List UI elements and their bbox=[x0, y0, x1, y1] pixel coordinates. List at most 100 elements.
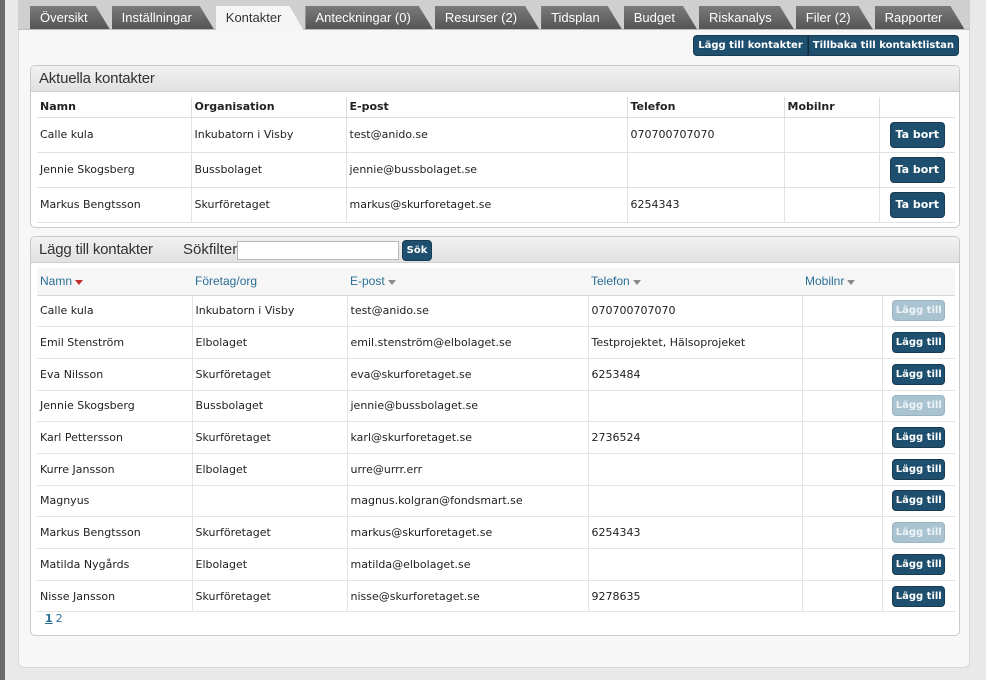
sort-header-label: Namn bbox=[40, 274, 73, 289]
table-row: Jennie Skogsberg Bussbolaget jennie@bussbo… bbox=[37, 390, 955, 423]
current-contacts-title: Aktuella kontakter bbox=[31, 66, 959, 92]
cell-email: eva@skurforetaget.se bbox=[347, 358, 589, 391]
tab-0[interactable]: Översikt bbox=[30, 6, 110, 29]
window-left-edge bbox=[0, 0, 5, 680]
search-filter-input[interactable] bbox=[237, 241, 399, 260]
current-contacts-table: Namn Organisation E-post Telefon Mobilnr… bbox=[37, 97, 955, 223]
column-header-organisation: Organisation bbox=[191, 97, 347, 118]
cell-phone: 6254343 bbox=[627, 187, 785, 223]
add-contact-button[interactable]: Lägg till bbox=[892, 490, 946, 512]
top-toolbar: Lägg till kontakter Tillbaka till kontak… bbox=[693, 35, 959, 56]
remove-contact-button[interactable]: Ta bort bbox=[889, 121, 945, 148]
cell-email: markus@skurforetaget.se bbox=[346, 187, 628, 223]
column-header-mobile: Mobilnr bbox=[784, 97, 880, 118]
sort-header-email[interactable]: E-post bbox=[347, 268, 588, 296]
search-button[interactable]: Sök bbox=[402, 240, 432, 261]
tab-7[interactable]: Riskanalys bbox=[699, 6, 794, 29]
remove-contact-button[interactable]: Ta bort bbox=[889, 191, 945, 218]
cell-phone: 9278635 bbox=[588, 580, 803, 613]
page-link-2[interactable]: 2 bbox=[56, 612, 63, 625]
cell-email: emil.stenström@elbolaget.se bbox=[347, 326, 589, 359]
cell-actions: Lägg till bbox=[882, 580, 955, 613]
cell-actions: Lägg till bbox=[882, 421, 955, 454]
tab-4[interactable]: Resurser (2) bbox=[435, 6, 539, 29]
sort-header-label: Företag/org bbox=[195, 274, 258, 289]
cell-email: jennie@bussbolaget.se bbox=[347, 390, 589, 423]
add-contacts-button[interactable]: Lägg till kontakter bbox=[693, 35, 808, 56]
tab-list: Översikt Inställningar Kontakter Anteckning… bbox=[30, 6, 966, 30]
cell-name: Emil Stenström bbox=[37, 326, 193, 359]
cell-name: Markus Bengtsson bbox=[37, 516, 193, 549]
cell-mobile bbox=[784, 117, 880, 153]
add-contact-button[interactable]: Lägg till bbox=[892, 363, 946, 385]
tab-5[interactable]: Tidsplan bbox=[541, 6, 622, 29]
cell-phone: 070700707070 bbox=[627, 117, 785, 153]
cell-phone bbox=[627, 152, 785, 188]
add-contacts-table: Namn Företag/org E-post Telefon Mobilnr … bbox=[37, 268, 955, 613]
cell-actions: Lägg till bbox=[882, 453, 955, 486]
remove-contact-button[interactable]: Ta bort bbox=[889, 156, 945, 183]
cell-phone: 2736524 bbox=[588, 421, 803, 454]
cell-actions: Ta bort bbox=[879, 152, 955, 188]
cell-name: Calle kula bbox=[37, 295, 193, 328]
cell-mobile bbox=[802, 295, 883, 328]
cell-email: markus@skurforetaget.se bbox=[347, 516, 589, 549]
add-contacts-panel: Lägg till kontakter Sökfilter: Sök Namn … bbox=[30, 236, 960, 636]
add-contact-button[interactable]: Lägg till bbox=[892, 553, 946, 575]
tab-6[interactable]: Budget bbox=[624, 6, 697, 29]
sort-header-company[interactable]: Företag/org bbox=[192, 268, 347, 296]
table-row: Markus Bengtsson Skurföretaget markus@skur… bbox=[37, 516, 955, 549]
cell-email: test@anido.se bbox=[346, 117, 628, 153]
cell-org: Skurföretaget bbox=[192, 421, 348, 454]
current-contacts-panel: Aktuella kontakter Namn Organisation E-p… bbox=[30, 65, 960, 228]
cell-org: Inkubatorn i Visby bbox=[192, 295, 348, 328]
tab-9[interactable]: Rapporter bbox=[875, 6, 965, 29]
table-row: Kurre Jansson Elbolaget urre@urrr.err Lägg … bbox=[37, 453, 955, 486]
cell-name: Eva Nilsson bbox=[37, 358, 193, 391]
add-contact-button: Lägg till bbox=[892, 300, 946, 322]
tab-8[interactable]: Filer (2) bbox=[796, 6, 873, 29]
cell-email: urre@urrr.err bbox=[347, 453, 589, 486]
cell-name: Calle kula bbox=[37, 117, 192, 153]
cell-name: Jennie Skogsberg bbox=[37, 152, 192, 188]
pagination: 12 bbox=[45, 612, 63, 625]
tab-1[interactable]: Inställningar bbox=[112, 6, 214, 29]
cell-email: karl@skurforetaget.se bbox=[347, 421, 589, 454]
cell-mobile bbox=[802, 358, 883, 391]
add-contact-button[interactable]: Lägg till bbox=[892, 332, 946, 354]
add-contact-button[interactable]: Lägg till bbox=[892, 585, 946, 607]
cell-phone bbox=[588, 390, 803, 423]
cell-mobile bbox=[802, 326, 883, 359]
add-contact-button[interactable]: Lägg till bbox=[892, 458, 946, 480]
cell-email: jennie@bussbolaget.se bbox=[346, 152, 628, 188]
sort-descending-icon bbox=[75, 279, 84, 285]
page-link-1[interactable]: 1 bbox=[45, 612, 53, 625]
cell-actions: Lägg till bbox=[882, 516, 955, 549]
cell-phone: 070700707070 bbox=[588, 295, 803, 328]
cell-phone bbox=[588, 485, 803, 518]
sort-header-mobile[interactable]: Mobilnr bbox=[802, 268, 882, 296]
sort-arrow-icon bbox=[632, 279, 641, 285]
cell-phone: 6254343 bbox=[588, 516, 803, 549]
table-row: Calle kula Inkubatorn i Visby test@anido.s… bbox=[37, 117, 955, 153]
sort-header-name[interactable]: Namn bbox=[37, 268, 192, 296]
tab-2[interactable]: Kontakter bbox=[216, 6, 304, 30]
add-contact-button[interactable]: Lägg till bbox=[892, 427, 946, 449]
add-contact-button: Lägg till bbox=[892, 395, 946, 417]
back-to-contact-list-button[interactable]: Tillbaka till kontaktlistan bbox=[807, 35, 959, 56]
cell-org: Inkubatorn i Visby bbox=[191, 117, 347, 153]
tab-3[interactable]: Anteckningar (0) bbox=[305, 6, 432, 29]
tab-strip: Översikt Inställningar Kontakter Anteckning… bbox=[18, 0, 970, 30]
cell-org: Bussbolaget bbox=[192, 390, 348, 423]
column-header-actions bbox=[879, 97, 955, 118]
cell-actions: Lägg till bbox=[882, 390, 955, 423]
sort-arrow-icon bbox=[387, 279, 396, 285]
cell-actions: Ta bort bbox=[879, 187, 955, 223]
table-row: Jennie Skogsberg Bussbolaget jennie@bussbo… bbox=[37, 152, 955, 188]
sort-header-phone[interactable]: Telefon bbox=[588, 268, 802, 296]
cell-actions: Lägg till bbox=[882, 295, 955, 328]
table-row: Eva Nilsson Skurföretaget eva@skurforetage… bbox=[37, 358, 955, 391]
cell-org: Skurföretaget bbox=[192, 516, 348, 549]
table-row: Nisse Jansson Skurföretaget nisse@skurfore… bbox=[37, 580, 955, 613]
cell-mobile bbox=[802, 580, 883, 613]
